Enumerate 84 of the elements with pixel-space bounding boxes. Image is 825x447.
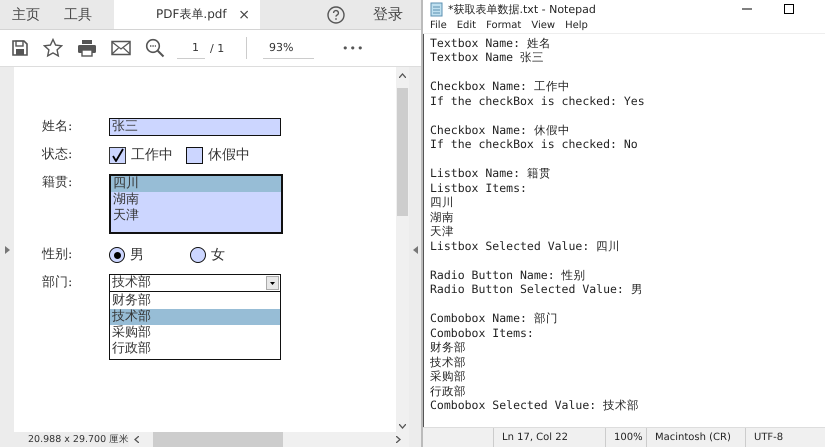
- status-text: UTF-8: [745, 428, 825, 447]
- text-line: Radio Button Selected Value: 男: [430, 282, 644, 296]
- print-icon[interactable]: [77, 39, 97, 57]
- checkbox[interactable]: [109, 146, 126, 164]
- text-line: 技术部: [430, 354, 467, 369]
- text-line: 天津: [430, 224, 455, 238]
- menu-item[interactable]: File: [430, 20, 447, 31]
- text-line: Radio Button Name: 性别: [430, 268, 587, 282]
- field-label: 部门:: [42, 274, 74, 292]
- checkbox-label: 休假中: [208, 146, 250, 164]
- text-line: Listbox Name: 籍贯: [430, 166, 552, 180]
- notepad-icon: [430, 2, 444, 17]
- save-icon[interactable]: [11, 39, 29, 57]
- zoom-dropdown[interactable]: 93%: [263, 38, 314, 58]
- text-line: Combobox Name: 部门: [430, 311, 559, 326]
- text-line: Textbox Name: 姓名: [430, 36, 552, 50]
- text-line: Combobox Selected Value: 技术部: [430, 398, 640, 412]
- text-line: 行政部: [430, 384, 467, 398]
- more-button[interactable]: •••: [342, 42, 364, 54]
- menu-item[interactable]: Help: [565, 20, 588, 31]
- tab[interactable]: 主页: [0, 0, 52, 29]
- checkbox-label: 工作中: [131, 146, 173, 164]
- login-button[interactable]: 登录: [373, 5, 403, 24]
- menu-item[interactable]: Edit: [456, 20, 476, 31]
- dropdown-item[interactable]: 行政部: [110, 341, 280, 357]
- caret-icon: [270, 282, 275, 284]
- radio-button[interactable]: [109, 247, 125, 263]
- vertical-scrollbar[interactable]: [396, 67, 409, 432]
- scroll-left-icon[interactable]: [134, 436, 140, 443]
- text-line: If the checkBox is checked: Yes: [430, 94, 646, 108]
- star-icon[interactable]: [43, 38, 63, 58]
- text-line: Listbox Selected Value: 四川: [430, 238, 622, 253]
- field-label: 状态:: [42, 146, 74, 164]
- text-line: Combobox Items:: [430, 326, 535, 340]
- menu-item[interactable]: View: [531, 20, 556, 31]
- text-line: 财务部: [430, 340, 467, 354]
- dropdown-item[interactable]: 采购部: [110, 325, 280, 341]
- list-item[interactable]: 湖南: [111, 192, 281, 208]
- checkbox[interactable]: [186, 146, 203, 164]
- close-icon[interactable]: ×: [238, 6, 250, 22]
- list-item[interactable]: 天津: [111, 208, 281, 224]
- text-field[interactable]: 张三: [109, 118, 281, 136]
- text-line: Checkbox Name: 工作中: [430, 79, 571, 94]
- dropdown-item[interactable]: 财务部: [110, 293, 280, 309]
- tab[interactable]: 工具: [52, 0, 104, 29]
- list-box[interactable]: 四川 湖南 天津: [109, 174, 283, 234]
- field-label: 姓名:: [42, 118, 74, 136]
- collapse-arrow-icon[interactable]: [412, 246, 418, 254]
- tab[interactable]: PDF表单.pdf ×: [114, 0, 260, 29]
- menu-item[interactable]: Format: [486, 20, 522, 31]
- scroll-down-icon[interactable]: [399, 424, 406, 429]
- text-line: 采购部: [430, 369, 467, 384]
- radio-button[interactable]: [190, 247, 206, 263]
- field-label: 籍贯:: [42, 174, 74, 192]
- help-icon[interactable]: [327, 6, 345, 24]
- page-size-label: 20.988 x 29.700 厘米: [28, 433, 130, 446]
- scroll-thumb[interactable]: [397, 88, 408, 216]
- zoom-out-icon[interactable]: [145, 38, 165, 58]
- scroll-right-icon[interactable]: [396, 436, 401, 443]
- scroll-up-icon[interactable]: [399, 73, 406, 78]
- mail-icon[interactable]: [111, 40, 131, 56]
- maximize-icon[interactable]: [783, 3, 795, 16]
- text-line: Textbox Name 张三: [430, 50, 546, 64]
- scroll-thumb[interactable]: [153, 432, 284, 447]
- text-line: 四川: [430, 195, 455, 210]
- page-number-field[interactable]: 1: [177, 38, 205, 58]
- text-line: If the checkBox is checked: No: [430, 137, 639, 152]
- radio-label: 男: [130, 246, 144, 264]
- status-text: Ln 17, Col 22: [493, 428, 605, 447]
- radio-label: 女: [211, 246, 225, 264]
- text-line: 湖南: [430, 210, 455, 224]
- window-title: *获取表单数据.txt - Notepad: [448, 2, 596, 17]
- field-label: 性别:: [42, 246, 74, 264]
- text-line: Listbox Items:: [430, 180, 528, 195]
- list-item[interactable]: 四川: [111, 176, 281, 192]
- horizontal-scrollbar[interactable]: [129, 432, 409, 447]
- dropdown-item[interactable]: 技术部: [110, 309, 280, 325]
- dropdown-button[interactable]: [266, 276, 279, 290]
- combo-box[interactable]: 技术部: [109, 274, 281, 292]
- status-text: 100%: [605, 428, 646, 447]
- text-line: Checkbox Name: 休假中: [430, 122, 571, 137]
- page-count: / 1: [210, 42, 226, 54]
- status-text: Macintosh (CR): [646, 428, 745, 447]
- expand-arrow-icon[interactable]: [4, 246, 10, 254]
